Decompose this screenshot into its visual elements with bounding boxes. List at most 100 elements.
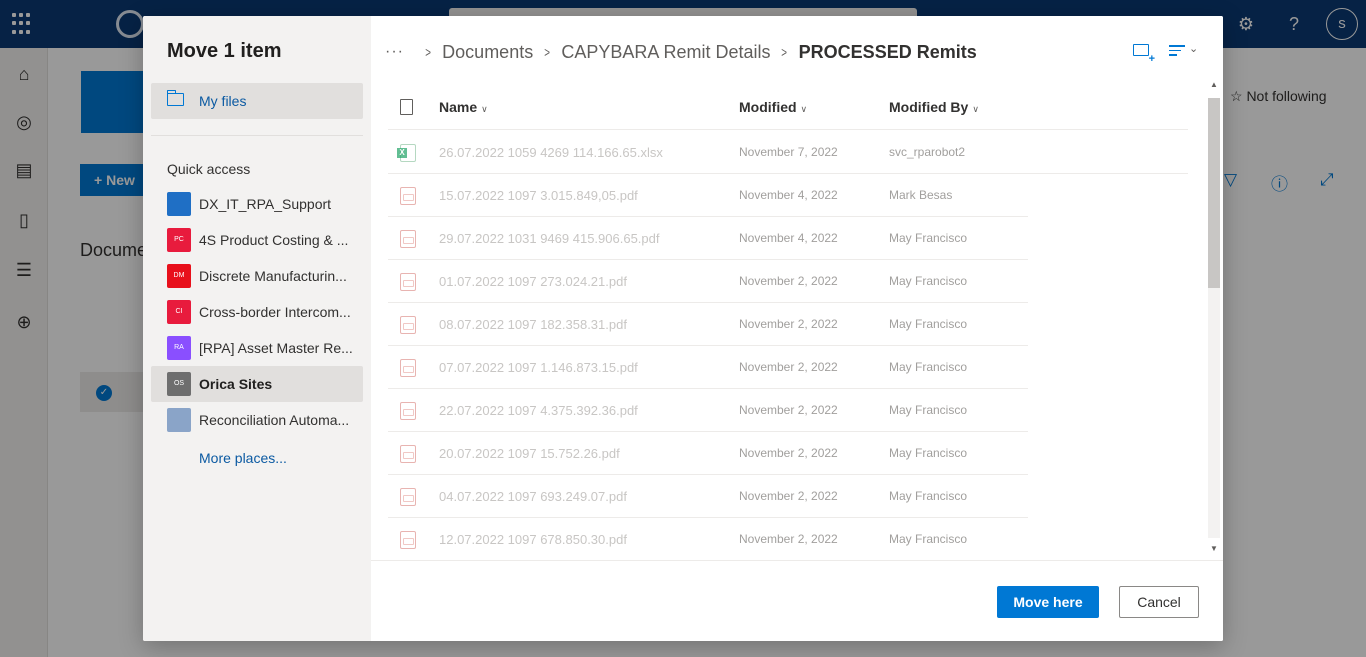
file-modified: November 2, 2022	[739, 403, 838, 417]
file-modified-by: May Francisco	[889, 489, 968, 503]
file-modified: November 7, 2022	[739, 145, 838, 159]
pdf-file-icon	[400, 402, 416, 420]
quick-access-item[interactable]: CI Cross-border Intercom...	[151, 294, 363, 330]
list-header: Name ∨ Modified ∨ Modified By ∨	[388, 84, 1188, 130]
breadcrumb-item-documents[interactable]: Documents	[442, 42, 533, 63]
pdf-file-icon	[400, 488, 416, 506]
file-modified: November 4, 2022	[739, 188, 838, 202]
column-modified[interactable]: Modified ∨	[739, 99, 807, 115]
excel-file-icon	[397, 144, 416, 162]
site-icon: CI	[167, 300, 191, 324]
sort-icon[interactable]	[1169, 45, 1185, 57]
scrollbar[interactable]: ▲ ▼	[1207, 80, 1221, 558]
column-modified-by[interactable]: Modified By ∨	[889, 99, 979, 115]
breadcrumb-item-remit-details[interactable]: CAPYBARA Remit Details	[561, 42, 770, 63]
file-row: 26.07.2022 1059 4269 114.166.65.xlsx Nove…	[388, 131, 1188, 174]
pdf-file-icon	[400, 531, 416, 549]
file-list: Name∨ Modified∨ Modified By∨ 26.07.2022 …	[388, 84, 1208, 558]
file-modified-by: May Francisco	[889, 317, 968, 331]
chevron-down-icon: ∨	[972, 104, 979, 114]
pdf-file-icon	[400, 273, 416, 291]
file-name: 20.07.2022 1097 15.752.26.pdf	[439, 446, 620, 461]
chevron-down-icon: ∨	[481, 104, 488, 114]
scrollbar-thumb[interactable]	[1208, 98, 1220, 288]
quick-access-label: [RPA] Asset Master Re...	[199, 340, 353, 356]
more-places-link[interactable]: More places...	[199, 450, 287, 466]
quick-access-item[interactable]: OS Orica Sites	[151, 366, 363, 402]
chevron-down-icon: ∨	[800, 104, 808, 114]
file-modified: November 4, 2022	[739, 231, 838, 245]
breadcrumb: ··· > Documents > CAPYBARA Remit Details…	[385, 40, 977, 64]
file-modified-by: May Francisco	[889, 360, 968, 374]
file-modified-by: May Francisco	[889, 446, 968, 460]
dialog-title: Move 1 item	[167, 40, 282, 62]
cancel-button[interactable]: Cancel	[1119, 586, 1199, 618]
pdf-file-icon	[400, 316, 416, 334]
file-name: 22.07.2022 1097 4.375.392.36.pdf	[439, 403, 638, 418]
breadcrumb-overflow-button[interactable]: ···	[385, 43, 404, 61]
file-name: 26.07.2022 1059 4269 114.166.65.xlsx	[439, 145, 663, 160]
pdf-file-icon	[400, 187, 416, 205]
move-dialog: Move 1 item My files Quick access DX_IT_…	[143, 16, 1223, 641]
quick-access-item[interactable]: Reconciliation Automa...	[151, 402, 363, 438]
site-icon	[167, 192, 191, 216]
file-row: 20.07.2022 1097 15.752.26.pdf November 2,…	[388, 432, 1028, 475]
pdf-file-icon	[400, 230, 416, 248]
divider	[151, 135, 363, 136]
quick-access-label: Cross-border Intercom...	[199, 304, 351, 320]
file-modified: November 2, 2022	[739, 489, 838, 503]
file-row: 29.07.2022 1031 9469 415.906.65.pdf Novem…	[388, 217, 1028, 260]
quick-access-item[interactable]: RA [RPA] Asset Master Re...	[151, 330, 363, 366]
dialog-right-pane: ··· > Documents > CAPYBARA Remit Details…	[371, 16, 1223, 641]
file-modified: November 2, 2022	[739, 317, 838, 331]
file-row: 08.07.2022 1097 182.358.31.pdf November 2…	[388, 303, 1028, 346]
quick-access-item[interactable]: DX_IT_RPA_Support	[151, 186, 363, 222]
chevron-right-icon: >	[544, 44, 551, 60]
file-modified: November 2, 2022	[739, 446, 838, 460]
file-modified: November 2, 2022	[739, 532, 838, 546]
quick-access-item[interactable]: DM Discrete Manufacturin...	[151, 258, 363, 294]
file-name: 04.07.2022 1097 693.249.07.pdf	[439, 489, 627, 504]
new-folder-icon[interactable]	[1133, 44, 1155, 64]
file-name: 01.07.2022 1097 273.024.21.pdf	[439, 274, 627, 289]
file-name: 07.07.2022 1097 1.146.873.15.pdf	[439, 360, 638, 375]
scroll-up-icon[interactable]: ▲	[1210, 80, 1218, 89]
chevron-down-icon[interactable]: ⌄	[1189, 42, 1198, 55]
my-files-item[interactable]: My files	[151, 83, 363, 119]
site-icon	[167, 408, 191, 432]
file-name: 08.07.2022 1097 182.358.31.pdf	[439, 317, 627, 332]
column-name[interactable]: Name ∨	[439, 99, 488, 115]
file-row: 04.07.2022 1097 693.249.07.pdf November 2…	[388, 475, 1028, 518]
file-row: 15.07.2022 1097 3.015.849,05.pdf November…	[388, 174, 1028, 217]
site-icon: RA	[167, 336, 191, 360]
file-modified: November 2, 2022	[739, 360, 838, 374]
chevron-right-icon: >	[425, 44, 431, 60]
file-modified-by: May Francisco	[889, 231, 968, 245]
quick-access-label: Reconciliation Automa...	[199, 412, 350, 428]
quick-access-label: DX_IT_RPA_Support	[199, 196, 332, 212]
file-modified: November 2, 2022	[739, 274, 838, 288]
file-modified-by: Mark Besas	[889, 188, 953, 202]
file-row: 22.07.2022 1097 4.375.392.36.pdf November…	[388, 389, 1028, 432]
file-name: 12.07.2022 1097 678.850.30.pdf	[439, 532, 627, 547]
file-type-icon	[400, 99, 413, 115]
folder-icon	[166, 90, 184, 106]
quick-access-item[interactable]: PC 4S Product Costing & ...	[151, 222, 363, 258]
file-name: 29.07.2022 1031 9469 415.906.65.pdf	[439, 231, 660, 246]
site-icon: OS	[167, 372, 191, 396]
my-files-label: My files	[199, 93, 247, 109]
quick-access-heading: Quick access	[167, 161, 251, 177]
pdf-file-icon	[400, 359, 416, 377]
dialog-footer: Move here Cancel	[371, 560, 1223, 641]
move-here-button[interactable]: Move here	[997, 586, 1099, 618]
site-icon: PC	[167, 228, 191, 252]
quick-access-label: Orica Sites	[199, 376, 273, 392]
file-row: 12.07.2022 1097 678.850.30.pdf November 2…	[388, 518, 1028, 558]
breadcrumb-current: PROCESSED Remits	[798, 41, 977, 62]
pdf-file-icon	[400, 445, 416, 463]
scroll-down-icon[interactable]: ▼	[1210, 544, 1218, 553]
file-modified-by: May Francisco	[889, 274, 968, 288]
quick-access-label: 4S Product Costing & ...	[199, 232, 349, 248]
site-icon: DM	[167, 264, 191, 288]
file-modified-by: May Francisco	[889, 403, 968, 417]
